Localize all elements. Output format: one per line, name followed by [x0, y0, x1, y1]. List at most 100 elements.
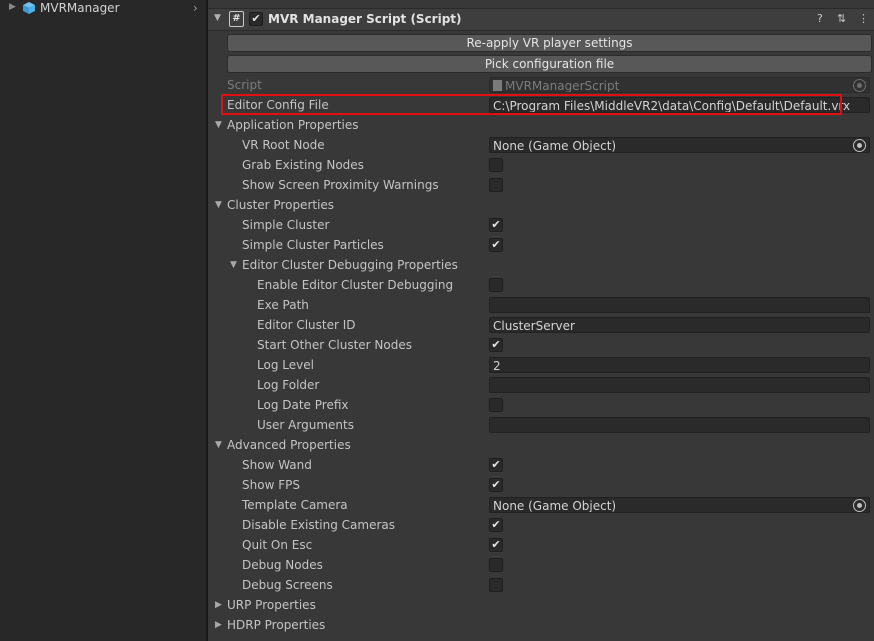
pick-config-file-button[interactable]: Pick configuration file — [227, 55, 872, 73]
show-wand-label: Show Wand — [242, 458, 312, 472]
disable-existing-cameras-row: Disable Existing Cameras ✔ — [208, 515, 874, 535]
gameobject-cube-icon — [23, 2, 35, 14]
script-icon: # — [229, 11, 244, 27]
fold-arrow-icon[interactable]: ▼ — [215, 115, 222, 135]
urp-properties-foldout[interactable]: ▶ URP Properties — [208, 595, 874, 615]
debug-screens-label: Debug Screens — [242, 578, 333, 592]
simple-cluster-particles-row: Simple Cluster Particles ✔ — [208, 235, 874, 255]
editor-cluster-id-field[interactable]: ClusterServer — [489, 317, 870, 333]
show-screen-proximity-label: Show Screen Proximity Warnings — [242, 178, 439, 192]
template-camera-label: Template Camera — [242, 498, 348, 512]
user-arguments-field[interactable] — [489, 417, 870, 433]
help-icon[interactable]: ? — [817, 12, 823, 26]
foldout-label: Editor Cluster Debugging Properties — [242, 258, 458, 272]
hierarchy-item-mvrmanager[interactable]: ▶ MVRManager › — [0, 0, 206, 16]
editor-cluster-id-label: Editor Cluster ID — [257, 318, 356, 332]
advanced-properties-foldout[interactable]: ▼ Advanced Properties — [208, 435, 874, 455]
show-fps-label: Show FPS — [242, 478, 300, 492]
debug-nodes-label: Debug Nodes — [242, 558, 323, 572]
component-title: MVR Manager Script (Script) — [268, 12, 462, 26]
grab-existing-nodes-checkbox[interactable] — [489, 158, 503, 172]
disable-existing-cameras-checkbox[interactable]: ✔ — [489, 518, 503, 532]
script-label: Script — [227, 78, 262, 92]
log-level-label: Log Level — [257, 358, 314, 372]
quit-on-esc-label: Quit On Esc — [242, 538, 313, 552]
template-camera-row: Template Camera None (Game Object) — [208, 495, 874, 515]
editor-config-label: Editor Config File — [227, 98, 329, 112]
exe-path-field[interactable] — [489, 297, 870, 313]
quit-on-esc-checkbox[interactable]: ✔ — [489, 538, 503, 552]
hierarchy-panel: ▶ MVRManager › — [0, 0, 206, 641]
application-properties-foldout[interactable]: ▼ Application Properties — [208, 115, 874, 135]
enable-editor-cluster-debugging-checkbox[interactable] — [489, 278, 503, 292]
chevron-right-icon[interactable]: › — [193, 0, 198, 16]
foldout-label: HDRP Properties — [227, 618, 326, 632]
user-arguments-label: User Arguments — [257, 418, 354, 432]
kebab-menu-icon[interactable]: ⋮ — [858, 12, 869, 26]
enable-editor-cluster-debugging-label: Enable Editor Cluster Debugging — [257, 278, 454, 292]
presets-icon[interactable]: ⇅ — [837, 12, 846, 26]
editor-config-field[interactable]: C:\Program Files\MiddleVR2\data\Config\D… — [489, 97, 870, 113]
template-camera-value: None (Game Object) — [493, 499, 617, 513]
log-folder-row: Log Folder — [208, 375, 874, 395]
log-date-prefix-checkbox[interactable] — [489, 398, 503, 412]
script-row: Script MVRManagerScript — [208, 75, 874, 95]
grab-existing-nodes-label: Grab Existing Nodes — [242, 158, 364, 172]
object-picker-icon[interactable] — [853, 499, 866, 512]
log-folder-label: Log Folder — [257, 378, 320, 392]
show-screen-proximity-row: Show Screen Proximity Warnings — [208, 175, 874, 195]
log-folder-field[interactable] — [489, 377, 870, 393]
show-wand-row: Show Wand ✔ — [208, 455, 874, 475]
fold-arrow-icon[interactable]: ▼ — [215, 435, 222, 455]
fold-arrow-collapsed-icon[interactable]: ▶ — [215, 595, 222, 615]
show-fps-checkbox[interactable]: ✔ — [489, 478, 503, 492]
debug-nodes-checkbox[interactable] — [489, 558, 503, 572]
editor-cluster-debugging-foldout[interactable]: ▼ Editor Cluster Debugging Properties — [208, 255, 874, 275]
hdrp-properties-foldout[interactable]: ▶ HDRP Properties — [208, 615, 874, 635]
fold-arrow-icon[interactable]: ▼ — [215, 195, 222, 215]
show-wand-checkbox[interactable]: ✔ — [489, 458, 503, 472]
debug-screens-checkbox[interactable] — [489, 578, 503, 592]
cluster-properties-foldout[interactable]: ▼ Cluster Properties — [208, 195, 874, 215]
debug-nodes-row: Debug Nodes — [208, 555, 874, 575]
log-level-field[interactable]: 2 — [489, 357, 870, 373]
simple-cluster-row: Simple Cluster ✔ — [208, 215, 874, 235]
expand-arrow-icon[interactable]: ▶ — [9, 2, 16, 12]
fold-arrow-collapsed-icon[interactable]: ▶ — [215, 615, 222, 635]
simple-cluster-particles-checkbox[interactable]: ✔ — [489, 238, 503, 252]
fold-arrow-icon[interactable]: ▼ — [214, 13, 221, 23]
script-file-icon — [493, 80, 502, 91]
log-date-prefix-row: Log Date Prefix — [208, 395, 874, 415]
script-field: MVRManagerScript — [489, 77, 870, 93]
vr-root-node-label: VR Root Node — [242, 138, 325, 152]
quit-on-esc-row: Quit On Esc ✔ — [208, 535, 874, 555]
vr-root-node-field[interactable]: None (Game Object) — [489, 137, 870, 153]
object-picker-icon — [853, 79, 866, 92]
start-other-cluster-nodes-checkbox[interactable]: ✔ — [489, 338, 503, 352]
start-other-cluster-nodes-row: Start Other Cluster Nodes ✔ — [208, 335, 874, 355]
log-date-prefix-label: Log Date Prefix — [257, 398, 349, 412]
simple-cluster-checkbox[interactable]: ✔ — [489, 218, 503, 232]
vr-root-node-value: None (Game Object) — [493, 139, 617, 153]
component-enabled-checkbox[interactable]: ✔ — [249, 12, 263, 26]
editor-config-row: Editor Config File C:\Program Files\Midd… — [208, 95, 874, 115]
fold-arrow-icon[interactable]: ▼ — [230, 255, 237, 275]
foldout-label: Cluster Properties — [227, 198, 335, 212]
object-picker-icon[interactable] — [853, 139, 866, 152]
reapply-vr-settings-button[interactable]: Re-apply VR player settings — [227, 34, 872, 52]
simple-cluster-particles-label: Simple Cluster Particles — [242, 238, 384, 252]
show-fps-row: Show FPS ✔ — [208, 475, 874, 495]
hierarchy-item-label: MVRManager — [40, 1, 120, 15]
inspector-panel: ▼ # ✔ MVR Manager Script (Script) ? ⇅ ⋮ … — [208, 0, 874, 641]
grab-existing-nodes-row: Grab Existing Nodes — [208, 155, 874, 175]
foldout-label: Application Properties — [227, 118, 359, 132]
exe-path-label: Exe Path — [257, 298, 309, 312]
template-camera-field[interactable]: None (Game Object) — [489, 497, 870, 513]
vr-root-node-row: VR Root Node None (Game Object) — [208, 135, 874, 155]
foldout-label: URP Properties — [227, 598, 316, 612]
log-level-row: Log Level 2 — [208, 355, 874, 375]
foldout-label: Advanced Properties — [227, 438, 351, 452]
component-header[interactable]: ▼ # ✔ MVR Manager Script (Script) ? ⇅ ⋮ — [208, 8, 874, 31]
show-screen-proximity-checkbox[interactable] — [489, 178, 503, 192]
simple-cluster-label: Simple Cluster — [242, 218, 330, 232]
